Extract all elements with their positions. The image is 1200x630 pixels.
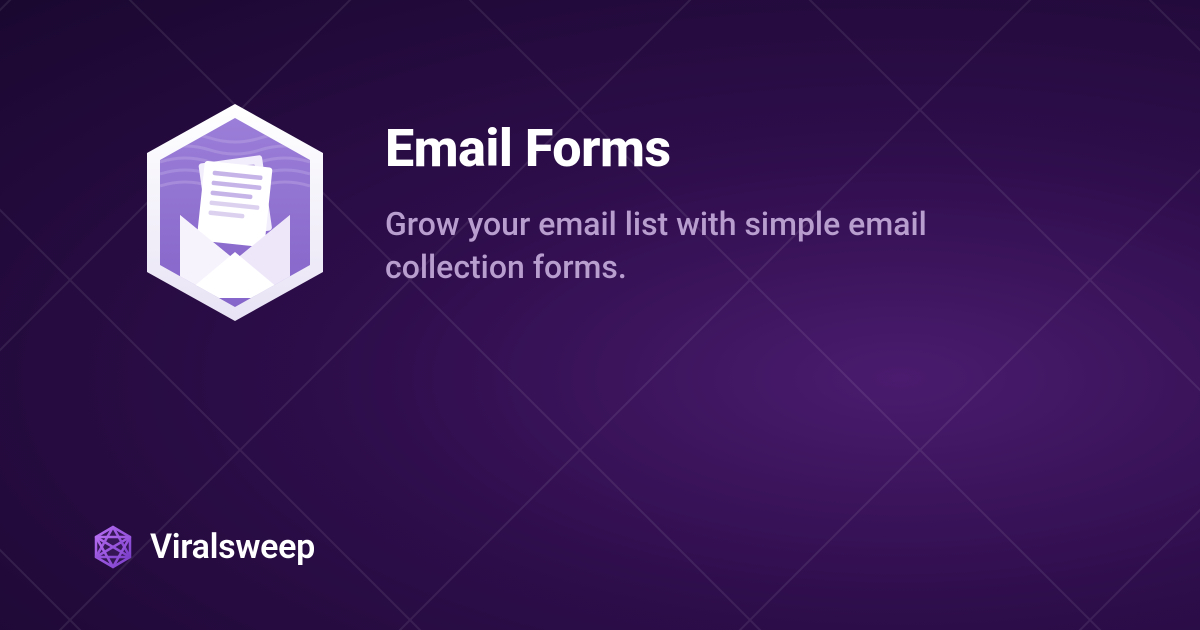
email-forms-icon: [135, 100, 335, 325]
hero-content: Email Forms Grow your email list with si…: [135, 100, 1065, 325]
brand-name: Viralsweep: [150, 527, 315, 567]
viralsweep-logo-icon: [90, 524, 136, 570]
hero-text: Email Forms Grow your email list with si…: [385, 100, 1065, 289]
page-subtitle: Grow your email list with simple email c…: [385, 203, 1065, 289]
brand: Viralsweep: [90, 524, 315, 570]
page-title: Email Forms: [385, 118, 1065, 179]
